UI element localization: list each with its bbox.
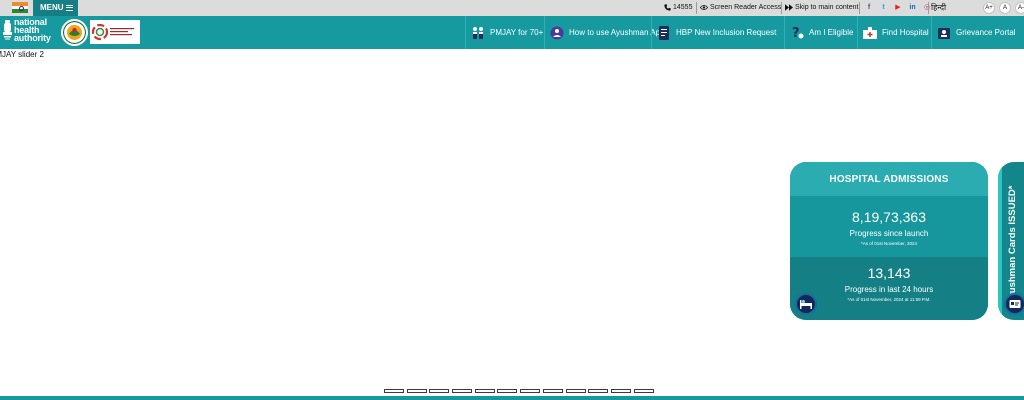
family-icon xyxy=(470,25,486,41)
slider-dot[interactable] xyxy=(520,389,541,393)
cumulative-stat: 8,19,73,363 Progress since launch *As of… xyxy=(790,196,988,257)
utility-bar: MENU 14555 Screen Reader Access Skip to … xyxy=(0,0,1024,16)
ayushman-seal-logo xyxy=(61,19,88,46)
app-guide-icon xyxy=(549,25,565,41)
card-accent-strip xyxy=(998,162,1002,320)
document-icon xyxy=(656,25,672,41)
menu-label: MENU xyxy=(40,3,64,12)
nav-item-grievance-portal[interactable]: Grievance Portal xyxy=(931,16,1021,49)
separator xyxy=(859,2,860,14)
hospital-icon xyxy=(862,25,878,41)
facebook-icon[interactable]: f xyxy=(863,2,875,14)
nav-item-label: PMJAY for 70+ xyxy=(490,28,544,37)
admissions-total-label: Progress since launch xyxy=(849,229,929,238)
twitter-icon[interactable]: t xyxy=(878,2,890,14)
cards-issued-title: Ayushman Cards ISSUED* xyxy=(1007,185,1018,306)
nav-item-pmjay-for-70[interactable]: PMJAY for 70+ xyxy=(465,16,544,49)
fast-forward-icon xyxy=(785,3,793,11)
phone-icon xyxy=(664,3,671,11)
hamburger-icon xyxy=(65,4,73,11)
admissions-total: 8,19,73,363 xyxy=(852,209,926,225)
id-card-icon xyxy=(1004,293,1024,315)
footer-accent-line xyxy=(0,396,1024,400)
admissions-total-note: *As of 01st November, 2024 xyxy=(860,241,918,246)
slider-alt-text: PMJAY slider 2 xyxy=(0,50,44,59)
separator xyxy=(928,2,929,14)
admissions-daily: 13,143 xyxy=(867,265,911,281)
slider-dot[interactable] xyxy=(384,389,404,393)
slider-dot[interactable] xyxy=(406,389,427,393)
separator xyxy=(696,2,697,14)
slider-pagination xyxy=(384,389,656,393)
nav-item-hbp-new-inclusion-request[interactable]: HBP New Inclusion Request xyxy=(651,16,784,49)
separator xyxy=(781,2,782,14)
cooperatives-year-logo xyxy=(90,20,140,44)
slider-dot[interactable] xyxy=(429,389,450,393)
card-title: HOSPITAL ADMISSIONS xyxy=(790,162,988,196)
helpline[interactable]: 14555 xyxy=(664,0,692,16)
font-decrease-button[interactable]: A- xyxy=(1015,2,1024,14)
font-normal-button[interactable]: A xyxy=(999,2,1011,14)
admissions-daily-label: Progress in last 24 hours xyxy=(844,285,934,294)
skip-to-main-link[interactable]: Skip to main content xyxy=(785,0,858,16)
nav-item-label: HBP New Inclusion Request xyxy=(676,28,777,37)
ayushman-cards-card[interactable]: Ayushman Cards ISSUED* xyxy=(998,162,1024,320)
nav-item-label: Find Hospital xyxy=(882,28,929,37)
slider-dot[interactable] xyxy=(588,389,609,393)
daily-stat: 13,143 Progress in last 24 hours *As of … xyxy=(790,257,988,320)
eye-icon xyxy=(699,4,709,10)
linkedin-icon[interactable]: in xyxy=(907,2,919,14)
admissions-daily-note: *As of 01st November, 2024 at 11:59 P.M. xyxy=(847,297,931,302)
menu-button[interactable]: MENU xyxy=(33,0,78,16)
skip-main-label: Skip to main content xyxy=(795,4,859,11)
nav-item-label: Grievance Portal xyxy=(956,28,1016,37)
screen-reader-label: Screen Reader Access xyxy=(710,4,782,11)
svg-text:?: ? xyxy=(792,26,800,41)
nav-item-how-to-use-ayushman-app[interactable]: How to use Ayushman App? xyxy=(544,16,669,49)
nav-item-am-i-eligible[interactable]: ? Am I Eligible xyxy=(784,16,857,49)
youtube-icon[interactable]: ▶ xyxy=(892,2,904,14)
screen-reader-link[interactable]: Screen Reader Access xyxy=(699,0,782,16)
slider-image-alt: PMJAY slider 2 xyxy=(0,50,54,59)
slider-dot[interactable] xyxy=(565,389,586,393)
nav-item-label: Am I Eligible xyxy=(809,28,854,37)
grievance-icon xyxy=(936,25,952,41)
slider-dot[interactable] xyxy=(497,389,518,393)
question-person-icon: ? xyxy=(789,25,805,41)
nha-logo[interactable]: national health authority xyxy=(14,18,51,43)
hospital-admissions-card: HOSPITAL ADMISSIONS 8,19,73,363 Progress… xyxy=(790,162,988,320)
national-emblem-icon xyxy=(3,20,12,40)
helpline-number: 14555 xyxy=(673,4,693,11)
hospital-bed-icon xyxy=(795,293,817,315)
slider-dot[interactable] xyxy=(633,389,654,393)
slider-dot[interactable] xyxy=(610,389,631,393)
logo-line: authority xyxy=(14,33,51,43)
language-toggle[interactable]: हिन्दी xyxy=(931,0,946,16)
slider-dot[interactable] xyxy=(542,389,563,393)
india-flag-icon xyxy=(12,2,28,13)
font-increase-button[interactable]: A+ xyxy=(983,2,995,14)
nav-item-find-hospital[interactable]: Find Hospital xyxy=(857,16,931,49)
slider-dot[interactable] xyxy=(452,389,473,393)
slider-dot[interactable] xyxy=(474,389,495,393)
